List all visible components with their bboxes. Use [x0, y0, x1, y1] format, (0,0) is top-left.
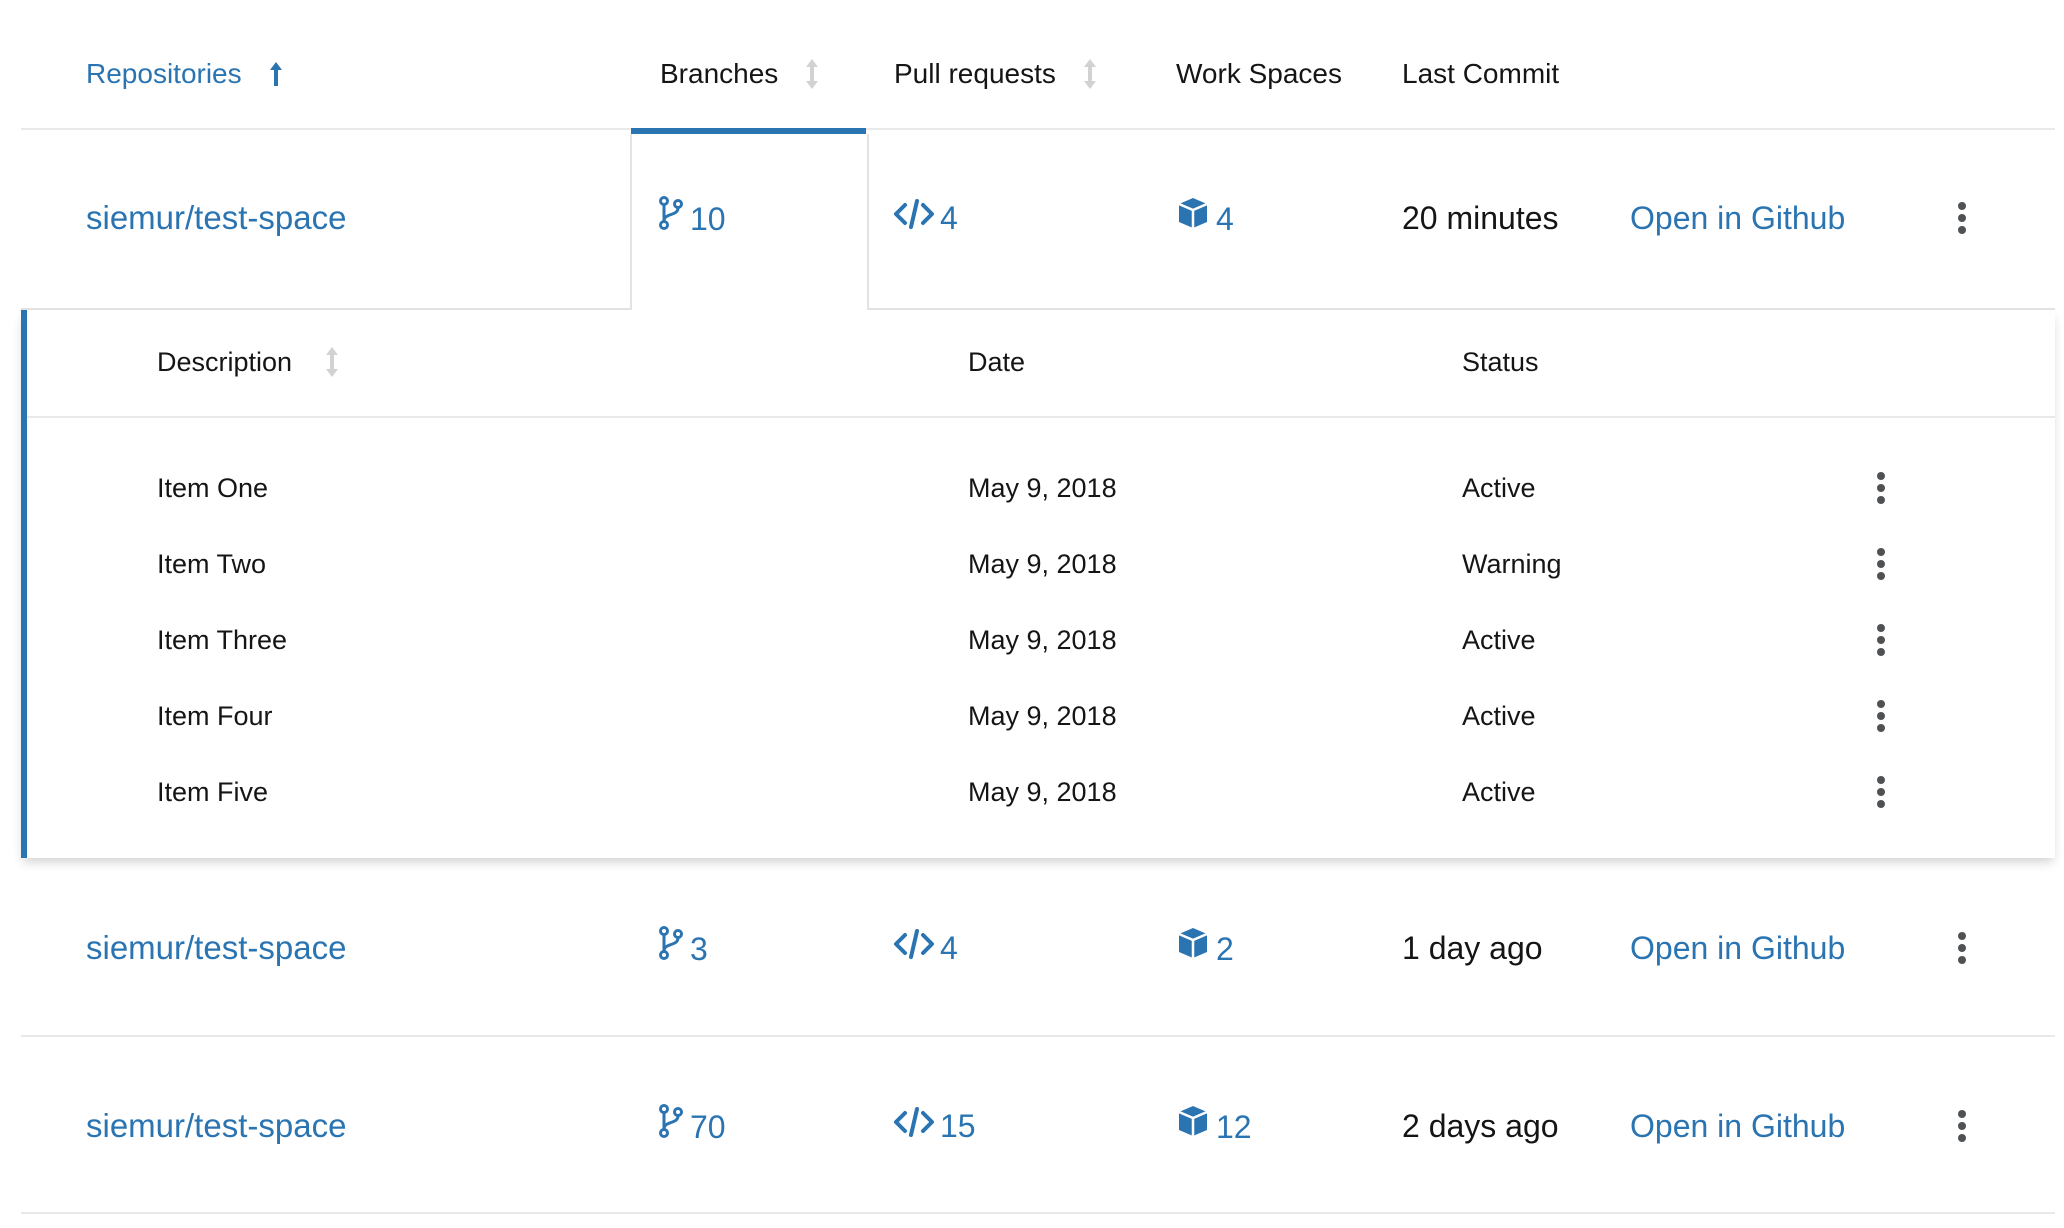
code-branch-icon — [658, 1104, 684, 1149]
sort-icon — [798, 54, 826, 94]
sort-icon — [1076, 54, 1104, 94]
item-description: Item Two — [157, 549, 267, 579]
pull-requests-toggle[interactable]: 15 — [894, 1104, 976, 1148]
kebab-icon[interactable] — [1871, 466, 1891, 510]
header-date-label: Date — [968, 347, 1026, 377]
kebab-icon[interactable] — [1952, 1104, 1972, 1148]
item-date: May 9, 2018 — [968, 549, 1117, 579]
pull-requests-toggle[interactable]: 4 — [894, 196, 958, 240]
sort-branches-button[interactable]: Branches — [660, 52, 826, 96]
sort-description-button[interactable]: Description — [157, 340, 346, 384]
branches-toggle[interactable]: 3 — [658, 926, 708, 971]
pull-requests-count: 4 — [940, 930, 958, 966]
arrow-up-icon — [262, 54, 290, 94]
row-divider — [21, 1035, 2055, 1037]
item-description: Item Three — [157, 625, 288, 655]
header-status: Status — [1462, 340, 1539, 384]
work-spaces-toggle[interactable]: 2 — [1176, 926, 1234, 971]
table-header: Repositories Branches Pull requests Work… — [0, 0, 2064, 130]
cube-icon — [1176, 926, 1210, 971]
item-status: Active — [1462, 625, 1536, 655]
code-icon — [894, 196, 934, 240]
item-description: Item Five — [157, 777, 269, 807]
work-spaces-toggle[interactable]: 12 — [1176, 1104, 1252, 1149]
last-commit-value: 2 days ago — [1402, 1108, 1559, 1144]
code-icon — [894, 926, 934, 970]
header-date: Date — [968, 340, 1025, 384]
sort-pull-requests-button[interactable]: Pull requests — [894, 52, 1104, 96]
branches-toggle[interactable]: 70 — [658, 1104, 726, 1149]
header-divider — [21, 128, 2055, 130]
sort-icon — [318, 342, 346, 382]
code-branch-icon — [658, 196, 684, 241]
sort-repositories-button[interactable]: Repositories — [86, 52, 290, 96]
pull-requests-count: 4 — [940, 200, 958, 236]
branches-toggle[interactable]: 10 — [658, 196, 726, 241]
header-pull-requests-label: Pull requests — [894, 58, 1056, 89]
kebab-icon[interactable] — [1952, 196, 1972, 240]
header-last-commit: Last Commit — [1402, 52, 1559, 96]
last-commit-value: 20 minutes — [1402, 200, 1559, 236]
work-spaces-toggle[interactable]: 4 — [1176, 196, 1234, 241]
repo-name-link[interactable]: siemur/test-space — [86, 196, 346, 240]
kebab-icon[interactable] — [1952, 926, 1972, 970]
item-date: May 9, 2018 — [968, 473, 1117, 503]
cube-icon — [1176, 1104, 1210, 1149]
cube-icon — [1176, 196, 1210, 241]
header-last-commit-label: Last Commit — [1402, 58, 1560, 89]
open-in-github-link[interactable]: Open in Github — [1630, 196, 1845, 240]
kebab-icon[interactable] — [1871, 770, 1891, 814]
item-date: May 9, 2018 — [968, 625, 1117, 655]
open-in-github-link[interactable]: Open in Github — [1630, 926, 1845, 970]
kebab-icon[interactable] — [1871, 618, 1891, 662]
header-description-label: Description — [157, 347, 293, 377]
header-repositories-label: Repositories — [86, 58, 242, 89]
item-description: Item Four — [157, 701, 273, 731]
item-date: May 9, 2018 — [968, 701, 1117, 731]
item-status: Warning — [1462, 549, 1562, 579]
header-work-spaces: Work Spaces — [1176, 52, 1342, 96]
header-status-label: Status — [1462, 347, 1539, 377]
work-spaces-count: 4 — [1216, 200, 1234, 237]
code-branch-icon — [658, 926, 684, 971]
open-in-github-link[interactable]: Open in Github — [1630, 1104, 1845, 1148]
pull-requests-toggle[interactable]: 4 — [894, 926, 958, 970]
branches-count: 70 — [690, 1108, 726, 1145]
item-status: Active — [1462, 777, 1536, 807]
work-spaces-count: 12 — [1216, 1108, 1252, 1145]
pull-requests-count: 15 — [940, 1108, 976, 1144]
last-commit-value: 1 day ago — [1402, 930, 1543, 966]
item-status: Active — [1462, 701, 1536, 731]
kebab-icon[interactable] — [1871, 694, 1891, 738]
branches-count: 10 — [690, 200, 726, 237]
header-work-spaces-label: Work Spaces — [1176, 58, 1342, 89]
row-divider — [21, 1212, 2055, 1214]
repo-name-link[interactable]: siemur/test-space — [86, 1104, 346, 1148]
item-status: Active — [1462, 473, 1536, 503]
item-description: Item One — [157, 473, 269, 503]
repo-name-link[interactable]: siemur/test-space — [86, 926, 346, 970]
code-icon — [894, 1104, 934, 1148]
header-branches-label: Branches — [660, 58, 779, 89]
item-date: May 9, 2018 — [968, 777, 1117, 807]
work-spaces-count: 2 — [1216, 930, 1234, 967]
branches-count: 3 — [690, 930, 708, 967]
kebab-icon[interactable] — [1871, 542, 1891, 586]
